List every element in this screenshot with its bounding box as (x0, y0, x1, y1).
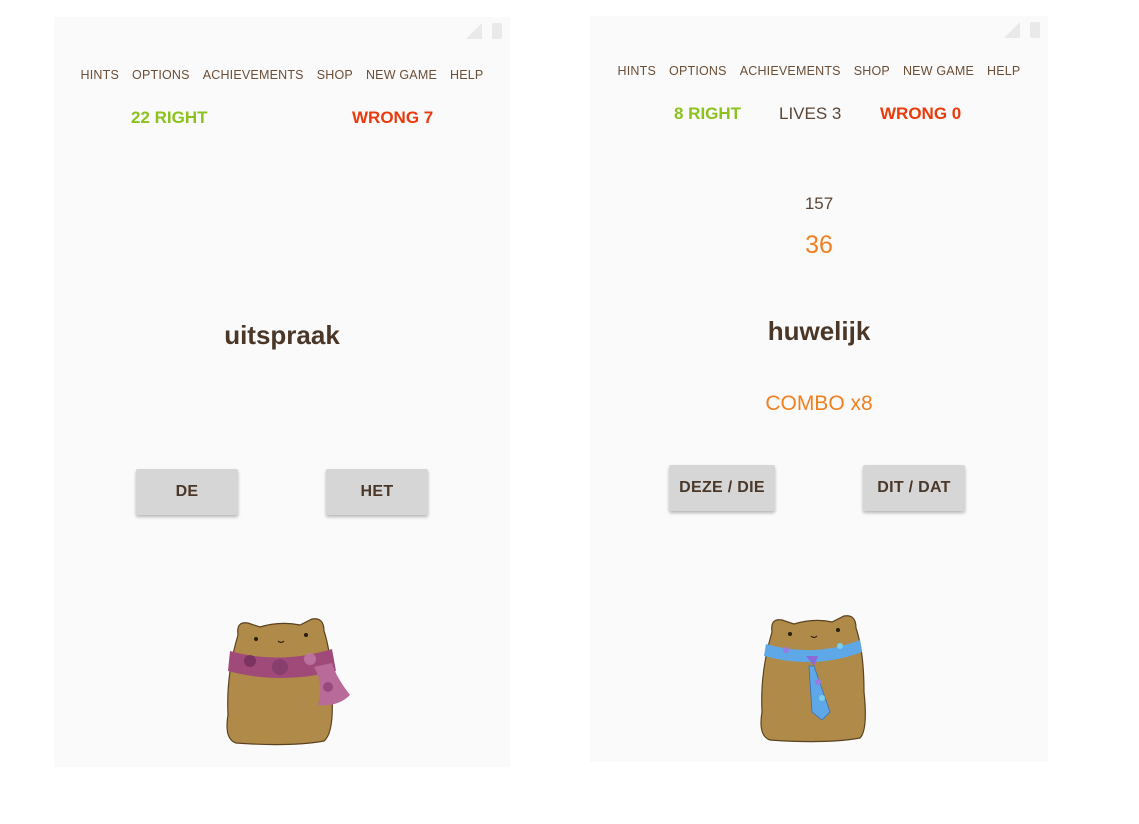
de-button[interactable]: DE (136, 469, 238, 515)
points-counter: 157 (804, 194, 834, 213)
het-button[interactable]: HET (326, 469, 428, 515)
battery-icon (1030, 22, 1040, 38)
game-screen-right: HINTS OPTIONS ACHIEVEMENTS SHOP NEW GAME… (590, 16, 1048, 762)
status-bar (466, 17, 502, 45)
top-menu: HINTS OPTIONS ACHIEVEMENTS SHOP NEW GAME… (590, 64, 1048, 78)
menu-new-game[interactable]: NEW GAME (366, 68, 437, 82)
signal-icon (1004, 22, 1020, 38)
dit-dat-button[interactable]: DIT / DAT (863, 465, 965, 511)
status-bar (1004, 16, 1040, 44)
wrong-counter: WRONG 7 (352, 108, 434, 127)
menu-options[interactable]: OPTIONS (132, 68, 190, 82)
menu-help[interactable]: HELP (987, 64, 1020, 78)
deze-die-button[interactable]: DEZE / DIE (669, 465, 775, 511)
lives-counter: LIVES 3 (779, 104, 842, 123)
mascot-cat-with-scarf (226, 618, 350, 746)
menu-achievements[interactable]: ACHIEVEMENTS (740, 64, 841, 78)
menu-shop[interactable]: SHOP (317, 68, 353, 82)
menu-achievements[interactable]: ACHIEVEMENTS (203, 68, 304, 82)
mascot-cat-with-tie (760, 615, 866, 743)
menu-help[interactable]: HELP (450, 68, 483, 82)
right-counter: 8 RIGHT (674, 104, 742, 123)
wrong-counter: WRONG 0 (880, 104, 962, 123)
battery-icon (492, 23, 502, 39)
menu-new-game[interactable]: NEW GAME (903, 64, 974, 78)
top-menu: HINTS OPTIONS ACHIEVEMENTS SHOP NEW GAME… (54, 68, 510, 82)
game-screen-left: HINTS OPTIONS ACHIEVEMENTS SHOP NEW GAME… (54, 17, 510, 767)
combo-indicator: COMBO x8 (765, 392, 873, 415)
menu-hints[interactable]: HINTS (618, 64, 657, 78)
menu-shop[interactable]: SHOP (854, 64, 890, 78)
right-counter: 22 RIGHT (131, 108, 208, 127)
menu-hints[interactable]: HINTS (81, 68, 120, 82)
menu-options[interactable]: OPTIONS (669, 64, 727, 78)
timer-counter: 36 (805, 231, 833, 259)
quiz-word: uitspraak (224, 320, 340, 350)
signal-icon (466, 23, 482, 39)
quiz-word: huwelijk (767, 316, 871, 346)
